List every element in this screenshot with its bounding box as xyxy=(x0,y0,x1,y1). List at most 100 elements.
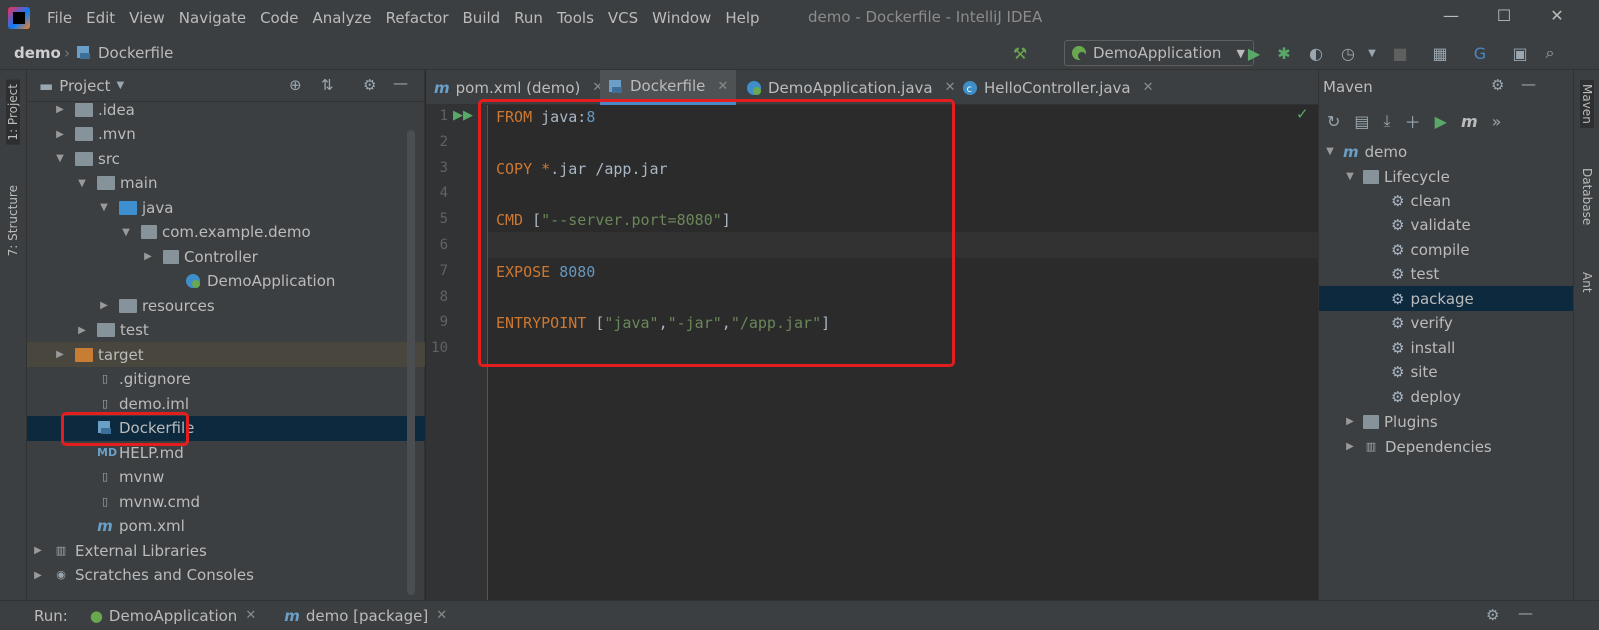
chevron-right-icon[interactable]: ▶ xyxy=(53,104,67,115)
collapse-all-icon[interactable]: ⇅ xyxy=(321,76,334,94)
maven-plugins[interactable]: ▶ Plugins xyxy=(1319,409,1574,434)
chevron-down-icon[interactable]: ▼ xyxy=(119,227,133,238)
run-tab-demoapplication[interactable]: DemoApplication xyxy=(109,607,237,625)
maven-phase-package[interactable]: ⚙ package xyxy=(1319,286,1574,311)
tree-item[interactable]: ▯ mvnw xyxy=(27,465,425,490)
tree-item[interactable]: ▶ .mvn xyxy=(27,122,425,147)
tab-hellocontroller[interactable]: c HelloController.java ✕ xyxy=(954,70,1162,105)
menu-window[interactable]: Window xyxy=(645,9,718,27)
maven-phase-clean[interactable]: ⚙ clean xyxy=(1319,188,1574,213)
chevron-down-icon[interactable]: ▼ xyxy=(117,80,125,91)
structure-tool-tab[interactable]: 7: Structure xyxy=(6,185,20,256)
chevron-down-icon[interactable]: ▼ xyxy=(1323,146,1337,157)
menu-view[interactable]: View xyxy=(122,9,172,27)
chevron-right-icon[interactable]: ▶ xyxy=(31,570,45,581)
chevron-down-icon[interactable]: ▼ xyxy=(1343,171,1357,182)
translate-icon[interactable]: G xyxy=(1470,43,1490,63)
menu-file[interactable]: File xyxy=(40,9,79,27)
run-icon[interactable]: ▶ xyxy=(1244,43,1264,63)
breadcrumb-file[interactable]: Dockerfile xyxy=(98,44,173,62)
profile-menu-chevron-icon[interactable]: ▼ xyxy=(1362,43,1382,63)
stop-icon[interactable]: ■ xyxy=(1390,43,1410,63)
menu-navigate[interactable]: Navigate xyxy=(172,9,253,27)
maven-phase-deploy[interactable]: ⚙ deploy xyxy=(1319,384,1574,409)
tree-item[interactable]: ▶ .idea xyxy=(27,97,425,122)
tree-item[interactable]: ▯ mvnw.cmd xyxy=(27,489,425,514)
project-panel-title[interactable]: Project xyxy=(59,77,110,95)
maven-lifecycle[interactable]: ▼ Lifecycle xyxy=(1319,164,1574,189)
close-tab-icon[interactable]: ✕ xyxy=(245,608,256,623)
add-icon[interactable]: ＋ xyxy=(1405,109,1421,133)
close-tab-icon[interactable]: ✕ xyxy=(436,608,447,623)
build-hammer-icon[interactable]: ⚒ xyxy=(1010,43,1030,63)
maven-project-demo[interactable]: ▼ m demo xyxy=(1319,139,1574,164)
menu-tools[interactable]: Tools xyxy=(550,9,601,27)
chevron-down-icon[interactable]: ▼ xyxy=(53,153,67,164)
terminal-icon[interactable]: ▣ xyxy=(1510,43,1530,63)
chevron-right-icon[interactable]: ▶ xyxy=(53,349,67,360)
maven-phase-install[interactable]: ⚙ install xyxy=(1319,335,1574,360)
maven-dependencies[interactable]: ▶ ▥ Dependencies xyxy=(1319,434,1574,459)
close-window-button[interactable]: ✕ xyxy=(1537,6,1577,25)
database-tool-tab[interactable]: Database xyxy=(1580,168,1594,225)
menu-vcs[interactable]: VCS xyxy=(601,9,645,27)
project-scrollbar[interactable] xyxy=(407,130,415,595)
tree-item[interactable]: DemoApplication xyxy=(27,269,425,294)
hide-panel-icon[interactable]: — xyxy=(1521,75,1536,93)
maven-phase-test[interactable]: ⚙ test xyxy=(1319,262,1574,287)
maven-phase-site[interactable]: ⚙ site xyxy=(1319,360,1574,385)
tree-item[interactable]: ▼ src xyxy=(27,146,425,171)
menu-help[interactable]: Help xyxy=(718,9,766,27)
project-structure-icon[interactable]: ▦ xyxy=(1430,43,1450,63)
menu-run[interactable]: Run xyxy=(507,9,550,27)
tree-item[interactable]: ▶ test xyxy=(27,318,425,343)
maven-goal-icon[interactable]: m xyxy=(1461,112,1478,131)
hide-panel-icon[interactable]: — xyxy=(393,74,408,92)
menu-build[interactable]: Build xyxy=(456,9,508,27)
chevron-down-icon[interactable]: ▼ xyxy=(75,178,89,189)
locate-icon[interactable]: ⊕ xyxy=(289,76,302,94)
gear-icon[interactable]: ⚙ xyxy=(1486,606,1499,624)
menu-code[interactable]: Code xyxy=(253,9,305,27)
run-configuration-select[interactable]: DemoApplication ▼ xyxy=(1064,40,1254,66)
tree-item[interactable]: ▶ target xyxy=(27,342,425,367)
chevron-right-icon[interactable]: ▶ xyxy=(53,129,67,140)
close-tab-icon[interactable]: ✕ xyxy=(1143,80,1154,95)
tree-item[interactable]: ▶ resources xyxy=(27,293,425,318)
tree-item[interactable]: ▼ com.example.demo xyxy=(27,220,425,245)
menu-analyze[interactable]: Analyze xyxy=(305,9,378,27)
gear-icon[interactable]: ⚙ xyxy=(363,76,376,94)
code-editor[interactable]: ▶▶ ✓ 1 FROM java:8 2 3 COPY *.jar /app.jar 4 5… xyxy=(426,99,1318,600)
menu-refactor[interactable]: Refactor xyxy=(379,9,456,27)
tree-item[interactable]: ▯ .gitignore xyxy=(27,367,425,392)
maven-phase-validate[interactable]: ⚙ validate xyxy=(1319,213,1574,238)
debug-icon[interactable]: ✱ xyxy=(1274,43,1294,63)
maven-phase-verify[interactable]: ⚙ verify xyxy=(1319,311,1574,336)
maven-tool-tab[interactable]: Maven xyxy=(1580,80,1594,128)
more-icon[interactable]: » xyxy=(1492,112,1502,131)
chevron-right-icon[interactable]: ▶ xyxy=(31,545,45,556)
tree-item[interactable]: ▼ main xyxy=(27,171,425,196)
chevron-right-icon[interactable]: ▶ xyxy=(1343,441,1357,452)
close-tab-icon[interactable]: ✕ xyxy=(717,79,728,94)
tree-item[interactable]: ▶ ▥ External Libraries xyxy=(27,538,425,563)
chevron-right-icon[interactable]: ▶ xyxy=(141,251,155,262)
run-gutter-icon[interactable]: ▶▶ xyxy=(453,108,473,123)
hide-panel-icon[interactable]: — xyxy=(1518,604,1533,622)
tree-item[interactable]: ▼ java xyxy=(27,195,425,220)
coverage-icon[interactable]: ◐ xyxy=(1306,43,1326,63)
chevron-right-icon[interactable]: ▶ xyxy=(97,300,111,311)
tree-item[interactable]: ▶ Controller xyxy=(27,244,425,269)
search-icon[interactable]: ⌕ xyxy=(1540,43,1560,63)
tree-item[interactable]: ▶ ◉ Scratches and Consoles xyxy=(27,563,425,588)
breadcrumb-project[interactable]: demo xyxy=(14,44,61,62)
profile-icon[interactable]: ◷ xyxy=(1338,43,1358,63)
maven-phase-compile[interactable]: ⚙ compile xyxy=(1319,237,1574,262)
run-icon[interactable]: ▶ xyxy=(1435,112,1447,131)
reload-icon[interactable]: ↻ xyxy=(1327,112,1340,131)
project-tool-tab[interactable]: 1: Project xyxy=(6,80,20,145)
generate-sources-icon[interactable]: ▤ xyxy=(1354,112,1369,131)
run-tab-demo-package[interactable]: demo [package] xyxy=(306,607,428,625)
chevron-right-icon[interactable]: ▶ xyxy=(1343,416,1357,427)
maximize-button[interactable]: ☐ xyxy=(1484,6,1524,25)
